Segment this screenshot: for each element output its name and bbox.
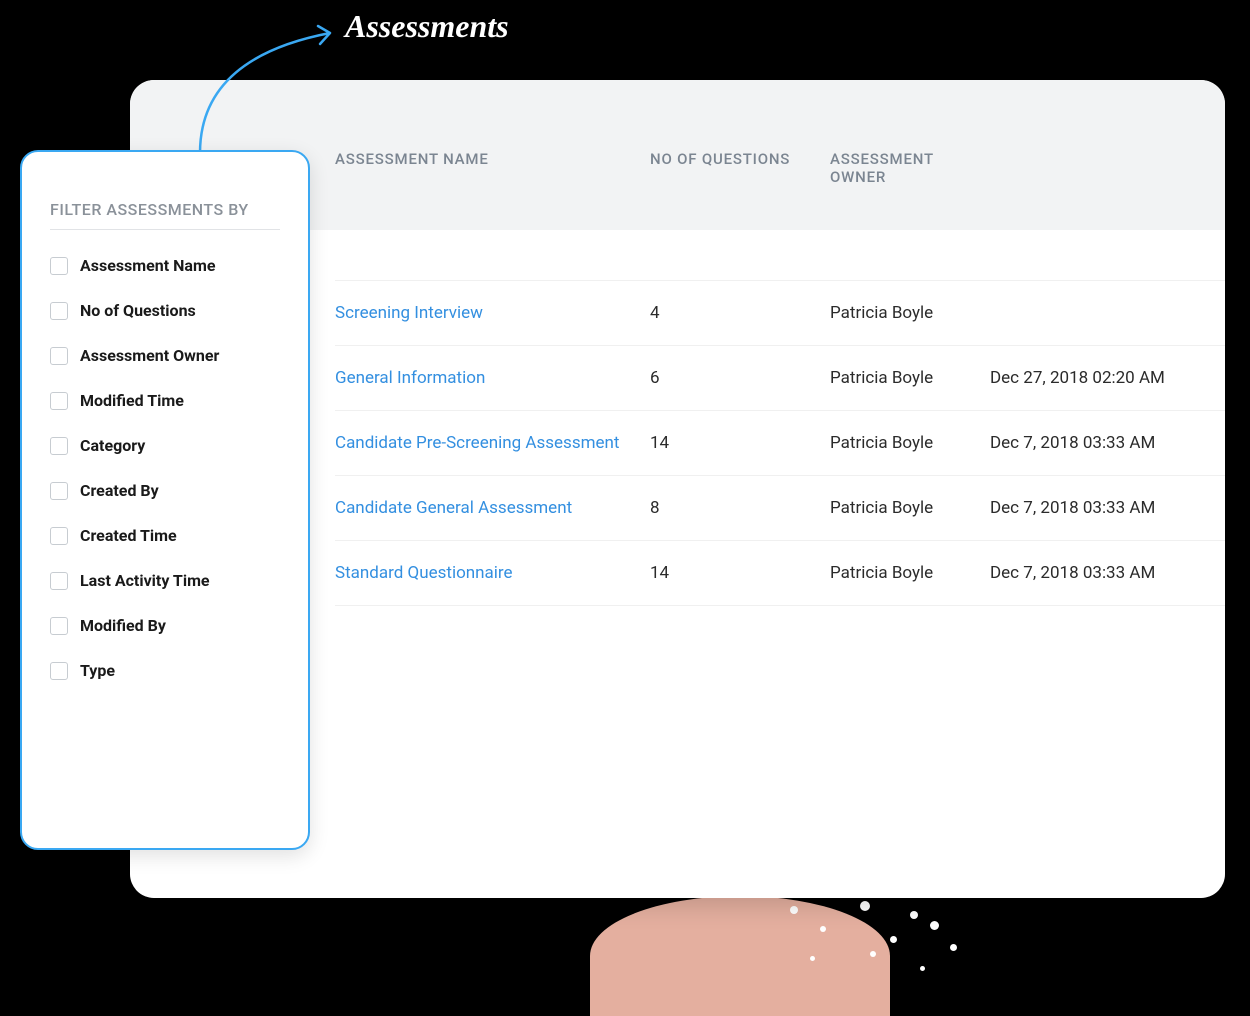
filter-divider bbox=[50, 229, 280, 230]
header-questions: NO OF QUESTIONS bbox=[650, 150, 830, 168]
checkbox-icon[interactable] bbox=[50, 257, 68, 275]
assessment-name-link[interactable]: General Information bbox=[335, 368, 650, 388]
filter-label: Modified By bbox=[80, 616, 166, 635]
filter-item-assessment-name[interactable]: Assessment Name bbox=[50, 256, 280, 275]
filter-label: Modified Time bbox=[80, 391, 184, 410]
filter-label: Assessment Name bbox=[80, 256, 215, 275]
annotation-label: Assessments bbox=[345, 8, 509, 45]
cell-questions: 14 bbox=[650, 433, 830, 453]
table-row[interactable]: Candidate General Assessment 8 Patricia … bbox=[335, 476, 1225, 541]
header-assessment-name: ASSESSMENT NAME bbox=[335, 150, 650, 168]
filter-label: Category bbox=[80, 436, 145, 455]
filter-label: Created By bbox=[80, 481, 159, 500]
filter-item-created-by[interactable]: Created By bbox=[50, 481, 280, 500]
filter-label: Type bbox=[80, 661, 115, 680]
cell-owner: Patricia Boyle bbox=[830, 433, 990, 453]
header-owner: ASSESSMENT OWNER bbox=[830, 150, 990, 186]
cell-modified: Dec 7, 2018 03:33 AM bbox=[990, 563, 1225, 583]
decorative-dots bbox=[770, 896, 990, 996]
filter-title: FILTER ASSESSMENTS BY bbox=[50, 200, 280, 219]
cell-questions: 8 bbox=[650, 498, 830, 518]
filter-item-category[interactable]: Category bbox=[50, 436, 280, 455]
assessment-name-link[interactable]: Candidate General Assessment bbox=[335, 498, 650, 518]
table-row[interactable]: Standard Questionnaire 14 Patricia Boyle… bbox=[335, 541, 1225, 606]
checkbox-icon[interactable] bbox=[50, 302, 68, 320]
filter-panel: FILTER ASSESSMENTS BY Assessment Name No… bbox=[20, 150, 310, 850]
filter-item-created-time[interactable]: Created Time bbox=[50, 526, 280, 545]
cell-questions: 6 bbox=[650, 368, 830, 388]
cell-modified: Dec 7, 2018 03:33 AM bbox=[990, 498, 1225, 518]
checkbox-icon[interactable] bbox=[50, 482, 68, 500]
assessment-name-link[interactable]: Screening Interview bbox=[335, 303, 650, 323]
checkbox-icon[interactable] bbox=[50, 437, 68, 455]
filter-item-no-of-questions[interactable]: No of Questions bbox=[50, 301, 280, 320]
checkbox-icon[interactable] bbox=[50, 572, 68, 590]
filter-item-type[interactable]: Type bbox=[50, 661, 280, 680]
table-row[interactable]: General Information 6 Patricia Boyle Dec… bbox=[335, 346, 1225, 411]
cell-questions: 4 bbox=[650, 303, 830, 323]
filter-item-modified-by[interactable]: Modified By bbox=[50, 616, 280, 635]
filter-label: Last Activity Time bbox=[80, 571, 210, 590]
cell-owner: Patricia Boyle bbox=[830, 303, 990, 323]
checkbox-icon[interactable] bbox=[50, 527, 68, 545]
filter-label: Created Time bbox=[80, 526, 177, 545]
table-row[interactable]: Screening Interview 4 Patricia Boyle bbox=[335, 280, 1225, 346]
filter-label: No of Questions bbox=[80, 301, 196, 320]
cell-owner: Patricia Boyle bbox=[830, 368, 990, 388]
filter-item-last-activity-time[interactable]: Last Activity Time bbox=[50, 571, 280, 590]
filter-label: Assessment Owner bbox=[80, 346, 219, 365]
filter-item-assessment-owner[interactable]: Assessment Owner bbox=[50, 346, 280, 365]
filter-item-modified-time[interactable]: Modified Time bbox=[50, 391, 280, 410]
cell-owner: Patricia Boyle bbox=[830, 498, 990, 518]
cell-owner: Patricia Boyle bbox=[830, 563, 990, 583]
cell-modified: Dec 7, 2018 03:33 AM bbox=[990, 433, 1225, 453]
checkbox-icon[interactable] bbox=[50, 347, 68, 365]
table-row[interactable]: Candidate Pre-Screening Assessment 14 Pa… bbox=[335, 411, 1225, 476]
assessment-name-link[interactable]: Candidate Pre-Screening Assessment bbox=[335, 433, 650, 453]
checkbox-icon[interactable] bbox=[50, 662, 68, 680]
assessment-name-link[interactable]: Standard Questionnaire bbox=[335, 563, 650, 583]
cell-modified: Dec 27, 2018 02:20 AM bbox=[990, 368, 1225, 388]
cell-questions: 14 bbox=[650, 563, 830, 583]
checkbox-icon[interactable] bbox=[50, 617, 68, 635]
checkbox-icon[interactable] bbox=[50, 392, 68, 410]
